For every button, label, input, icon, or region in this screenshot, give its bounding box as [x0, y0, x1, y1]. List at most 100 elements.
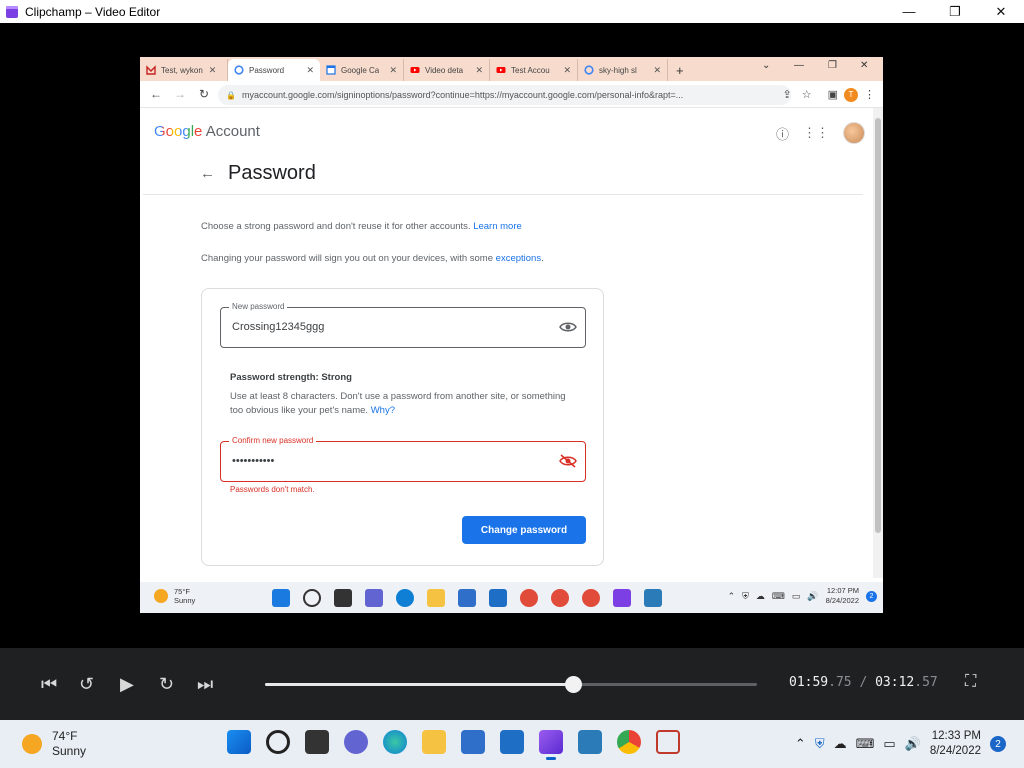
password-strength-description: Use at least 8 characters. Don't use a p…	[230, 390, 580, 418]
clock[interactable]: 12:33 PM 8/24/2022	[930, 729, 981, 759]
tab-search-chevron-icon[interactable]: ⌄	[762, 60, 770, 71]
tab-close-icon[interactable]: ✕	[306, 65, 314, 76]
youtube-icon	[410, 67, 420, 73]
new-password-field[interactable]: New password Crossing12345ggg	[220, 302, 586, 348]
snipping-tool-icon[interactable]	[656, 730, 680, 754]
network-icon[interactable]: ▭	[883, 736, 895, 752]
sidepanel-icon[interactable]: ▣	[828, 88, 838, 101]
confirm-password-label: Confirm new password	[229, 436, 317, 445]
page-scrollbar[interactable]	[873, 108, 883, 578]
google-account-logo[interactable]: Google Account	[154, 123, 260, 140]
new-tab-button[interactable]: +	[676, 63, 684, 78]
browser-tab[interactable]: Test, wykon ✕	[140, 59, 228, 81]
close-button[interactable]: ✕	[978, 0, 1024, 23]
maximize-button[interactable]: ❐	[932, 0, 978, 23]
learn-more-link[interactable]: Learn more	[473, 221, 522, 232]
confirm-password-field[interactable]: Confirm new password •••••••••••	[220, 436, 586, 482]
chrome-icon	[582, 589, 600, 607]
toolbar-actions: ⇪ ☆ ▣ T ⋮	[783, 81, 875, 108]
notification-badge[interactable]: 2	[990, 736, 1006, 752]
store-icon	[458, 589, 476, 607]
clipchamp-taskbar-icon[interactable]	[539, 730, 563, 760]
logo-google-text: Google	[154, 123, 203, 140]
apps-grid-icon[interactable]: ⋮⋮	[803, 125, 829, 141]
onedrive-icon[interactable]: ☁	[834, 736, 847, 752]
browser-tab[interactable]: Video deta ✕	[404, 59, 490, 81]
youtube-icon	[496, 67, 506, 73]
volume-icon[interactable]: 🔊	[905, 736, 921, 752]
skip-to-start-icon[interactable]: ⏮	[41, 674, 57, 695]
forward-icon[interactable]: →	[168, 87, 192, 101]
timecode: 01:59.75 / 03:12.57	[789, 675, 938, 690]
windows-start-icon[interactable]	[227, 730, 251, 754]
tab-close-icon[interactable]: ✕	[653, 65, 661, 76]
chrome-icon[interactable]	[617, 730, 641, 754]
profile-avatar[interactable]: T	[844, 87, 858, 102]
rewind-5s-icon[interactable]: ↺	[79, 674, 94, 695]
network-icon: ▭	[791, 590, 801, 601]
hide-password-eye-slash-icon[interactable]	[559, 454, 577, 468]
google-calendar-icon	[326, 65, 336, 75]
defender-icon[interactable]: ⛨	[815, 736, 825, 752]
new-password-value[interactable]: Crossing12345ggg	[232, 321, 324, 333]
forward-5s-icon[interactable]: ↻	[159, 674, 174, 695]
browser-restore-icon[interactable]: ❐	[828, 60, 837, 71]
edge-icon[interactable]	[383, 730, 407, 754]
keyboard-icon[interactable]: ⌨	[856, 736, 875, 752]
account-header-actions: ⓘ ⋮⋮	[776, 122, 865, 144]
video-preview[interactable]: Test, wykon ✕ Password ✕ Google Ca ✕ Vid…	[140, 57, 883, 613]
current-time-frac: .75	[828, 675, 852, 690]
help-icon[interactable]: ⓘ	[776, 124, 789, 143]
search-icon[interactable]	[266, 730, 290, 754]
google-icon	[584, 65, 594, 75]
url-field[interactable]: 🔒 myaccount.google.com/signinoptions/pas…	[218, 85, 791, 105]
chat-icon[interactable]	[344, 730, 368, 754]
store-icon[interactable]	[461, 730, 485, 754]
keyboard-icon: ⌨	[771, 590, 785, 601]
tab-close-icon[interactable]: ✕	[563, 65, 571, 76]
browser-minimize-icon[interactable]: —	[794, 60, 804, 71]
recorded-clock: 12:07 PM 8/24/2022	[826, 586, 859, 606]
exit-fullscreen-icon[interactable]: ⛶	[965, 673, 976, 691]
defender-icon: ⛨	[742, 590, 749, 601]
file-explorer-icon[interactable]	[422, 730, 446, 754]
browser-tab[interactable]: sky-high sl ✕	[578, 59, 668, 81]
account-avatar[interactable]	[843, 122, 865, 144]
show-password-eye-icon[interactable]	[559, 320, 577, 334]
browser-tab-active[interactable]: Password ✕	[228, 59, 320, 81]
minimize-button[interactable]: —	[886, 0, 932, 23]
scrollbar-thumb[interactable]	[875, 118, 881, 533]
playback-scrubber[interactable]	[265, 676, 757, 693]
browser-tab[interactable]: Test Accou ✕	[490, 59, 578, 81]
tab-close-icon[interactable]: ✕	[209, 65, 217, 76]
skip-to-end-icon[interactable]: ⏭	[197, 674, 213, 695]
bookmark-star-icon[interactable]: ☆	[802, 88, 812, 101]
total-time-frac: .57	[914, 675, 938, 690]
tab-close-icon[interactable]: ✕	[475, 65, 483, 76]
scrubber-handle[interactable]	[564, 676, 582, 693]
browser-close-icon[interactable]: ✕	[860, 60, 868, 71]
change-password-button[interactable]: Change password	[462, 516, 586, 544]
task-view-icon[interactable]	[305, 730, 329, 754]
weather-text: 74°F Sunny	[52, 729, 86, 759]
weather-text: 75°F Sunny	[174, 587, 195, 605]
confirm-password-value[interactable]: •••••••••••	[232, 455, 274, 467]
back-icon[interactable]: ←	[144, 87, 168, 101]
mail-icon[interactable]	[500, 730, 524, 754]
exceptions-link[interactable]: exceptions	[496, 253, 541, 264]
weather-widget[interactable]: 74°F Sunny	[22, 729, 86, 759]
tab-close-icon[interactable]: ✕	[389, 65, 397, 76]
browser-tab[interactable]: Google Ca ✕	[320, 59, 404, 81]
share-icon[interactable]: ⇪	[783, 88, 792, 101]
description-line-1: Choose a strong password and don't reuse…	[201, 221, 522, 232]
reload-icon[interactable]: ↻	[192, 87, 216, 101]
tab-label: Password	[249, 65, 285, 75]
address-bar: ← → ↻ 🔒 myaccount.google.com/signinoptio…	[140, 81, 883, 108]
password-strength-title: Password strength: Strong	[230, 372, 352, 383]
play-icon[interactable]: ▶	[120, 674, 134, 695]
tray-overflow-chevron-icon[interactable]: ⌃	[795, 736, 806, 752]
back-arrow-icon[interactable]: ←	[200, 165, 215, 182]
why-link[interactable]: Why?	[371, 405, 395, 416]
photos-icon[interactable]	[578, 730, 602, 754]
menu-kebab-icon[interactable]: ⋮	[864, 88, 875, 101]
